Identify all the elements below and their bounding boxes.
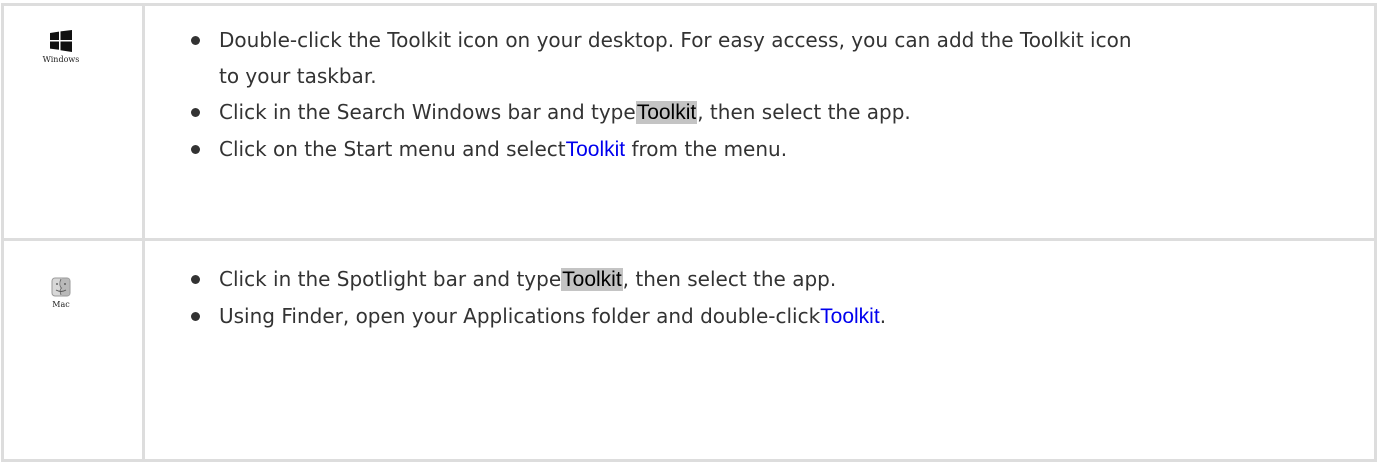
mac-steps-list: Click in the Spotlight bar and typeToolk… xyxy=(145,241,1374,335)
highlighted-term: Toolkit xyxy=(635,101,698,124)
mac-row: Mac Click in the Spotlight bar and typeT… xyxy=(1,238,1377,462)
list-item: Click in the Search Windows bar and type… xyxy=(175,94,1139,131)
list-item: Click in the Spotlight bar and typeToolk… xyxy=(175,261,1139,298)
list-item: Double-click the Toolkit icon on your de… xyxy=(175,22,1139,94)
finder-logo-icon xyxy=(51,277,71,297)
os-instructions-table: Windows Double-click the Toolkit icon on… xyxy=(1,3,1377,462)
toolkit-link[interactable]: Toolkit xyxy=(566,138,626,161)
windows-icon-cell: Windows xyxy=(1,3,145,241)
mac-label: Mac xyxy=(52,300,70,309)
mac-icon-cell: Mac xyxy=(1,238,145,462)
windows-row: Windows Double-click the Toolkit icon on… xyxy=(1,3,1377,241)
list-item: Using Finder, open your Applications fol… xyxy=(175,298,1139,335)
highlighted-term: Toolkit xyxy=(561,268,623,291)
windows-label: Windows xyxy=(42,55,80,64)
windows-steps-cell: Double-click the Toolkit icon on your de… xyxy=(142,3,1377,241)
windows-logo-icon xyxy=(50,30,72,52)
mac-badge: Mac xyxy=(35,277,87,309)
mac-steps-cell: Click in the Spotlight bar and typeToolk… xyxy=(142,238,1377,462)
list-item: Click on the Start menu and selectToolki… xyxy=(175,131,1139,168)
windows-steps-list: Double-click the Toolkit icon on your de… xyxy=(145,6,1374,168)
toolkit-link[interactable]: Toolkit xyxy=(820,305,880,328)
windows-badge: Windows xyxy=(35,30,87,64)
